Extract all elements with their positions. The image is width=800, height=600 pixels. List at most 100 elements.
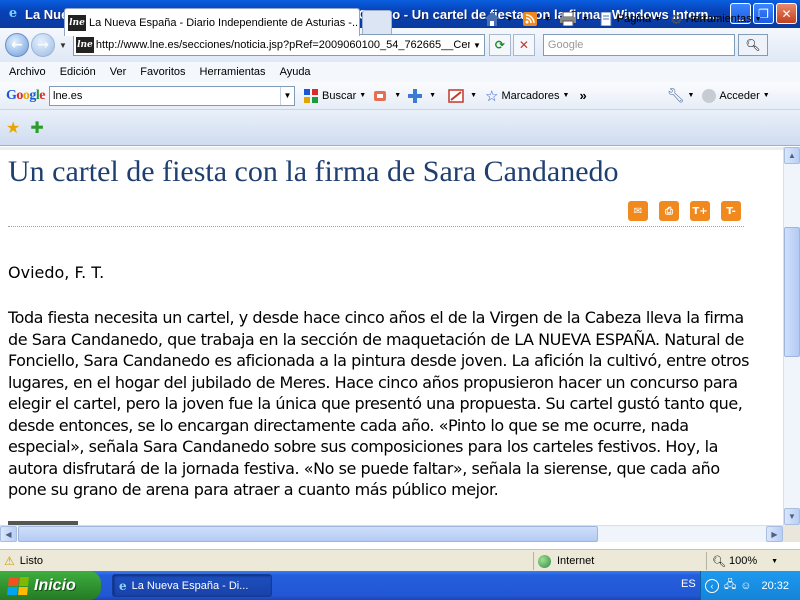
ie-taskbar-icon: e <box>119 578 127 593</box>
article-title: Un cartel de fiesta con la firma de Sara… <box>8 155 619 188</box>
google-g-icon <box>304 88 318 103</box>
search-input[interactable]: Google <box>542 34 735 56</box>
share-icon <box>374 90 387 101</box>
taskbar: Inicio e La Nueva España - Di... ES ‹ 🖧︎… <box>0 571 800 600</box>
back-button[interactable]: ← <box>5 33 29 57</box>
wrench-button[interactable]: 🔧︎ ▼ <box>667 87 695 104</box>
google-search-dropdown[interactable]: ▼ <box>280 86 294 105</box>
rss-icon <box>522 12 537 26</box>
new-tab-button[interactable] <box>362 10 392 34</box>
security-zone[interactable]: Internet <box>538 553 594 569</box>
scroll-left-button[interactable]: ◀ <box>0 526 17 542</box>
font-decrease-button[interactable]: T- <box>721 201 741 221</box>
printer-icon <box>559 12 576 26</box>
bookmarks-button[interactable]: ☆ Marcadores ▼ <box>485 87 569 105</box>
page-icon <box>600 12 612 26</box>
taskbar-window-item[interactable]: e La Nueva España - Di... <box>112 574 272 597</box>
menu-herramientas[interactable]: Herramientas <box>200 66 266 78</box>
signin-button[interactable]: Acceder ▼ <box>702 88 770 103</box>
stop-icon: ✕ <box>518 38 529 52</box>
google-logo[interactable]: Google <box>6 88 45 104</box>
google-toolbar: Google lne.es ▼ Buscar ▼ ▼ ▼ ▼ ☆ Marcado… <box>0 82 800 110</box>
zoom-dropdown[interactable]: ▼ <box>771 558 778 565</box>
tab-bar: ★ ✚ <box>0 110 800 146</box>
menu-bar: Archivo Edición Ver Favoritos Herramient… <box>0 62 800 82</box>
scroll-up-button[interactable]: ▲ <box>784 147 800 164</box>
vertical-scrollbar[interactable]: ▲ ▼ <box>783 147 800 525</box>
search-button[interactable]: 🔍︎ <box>737 34 768 56</box>
site-favicon-icon: lne <box>75 37 94 53</box>
menu-ver[interactable]: Ver <box>110 66 127 78</box>
tab-favicon-icon: lne <box>68 14 86 31</box>
chevron-right-icon: ▶ <box>771 529 778 539</box>
warning-icon: ⚠ <box>4 554 15 568</box>
zoom-control[interactable]: 🔍︎ 100% ▼ <box>712 553 778 569</box>
address-dropdown[interactable]: ▼ <box>470 41 484 50</box>
print-button[interactable]: ▼ <box>559 12 589 26</box>
google-search-button[interactable]: Buscar ▼ <box>303 88 366 104</box>
vertical-scroll-thumb[interactable] <box>784 227 800 357</box>
address-field[interactable]: lne http://www.lne.es/secciones/noticia.… <box>72 34 485 56</box>
favorites-star-icon[interactable]: ★ <box>6 118 20 138</box>
clock[interactable]: 20:32 <box>762 580 790 592</box>
messenger-icon[interactable]: ☺ <box>740 580 751 592</box>
google-tool-news-button[interactable]: ▼ <box>372 88 401 104</box>
tray-expand-icon[interactable]: ‹ <box>705 578 719 593</box>
address-url[interactable]: http://www.lne.es/secciones/noticia.jsp?… <box>96 39 470 51</box>
menu-archivo[interactable]: Archivo <box>9 66 46 78</box>
print-article-button[interactable]: ⎙ <box>659 201 679 221</box>
gear-icon: ⚙ <box>670 10 683 27</box>
close-button[interactable]: ✕ <box>776 3 797 24</box>
wrench-icon: 🔧︎ <box>666 87 685 103</box>
horizontal-scrollbar[interactable]: ◀ ▶ <box>0 525 783 542</box>
article-body: Toda fiesta necesita un cartel, y desde … <box>8 308 749 499</box>
more-tools-button[interactable]: » <box>579 88 586 103</box>
arrow-right-icon: → <box>37 37 49 53</box>
chevron-up-icon: ▲ <box>788 151 796 160</box>
feeds-button[interactable]: ▼ <box>522 12 551 26</box>
start-button[interactable]: Inicio <box>0 571 101 600</box>
page-menu-button[interactable]: Página ▼ <box>598 12 661 26</box>
google-tool-plus-button[interactable]: ▼ <box>407 88 436 104</box>
chevron-down-icon: ▼ <box>788 512 796 521</box>
plus-icon <box>408 88 423 103</box>
menu-ayuda[interactable]: Ayuda <box>280 66 311 78</box>
font-increase-button[interactable]: T+ <box>690 201 710 221</box>
menu-edicion[interactable]: Edición <box>60 66 96 78</box>
globe-icon <box>538 554 551 568</box>
page-content: Un cartel de fiesta con la firma de Sara… <box>0 147 783 525</box>
arrow-left-icon: ← <box>11 37 23 53</box>
menu-favoritos[interactable]: Favoritos <box>140 66 185 78</box>
email-article-button[interactable]: ✉ <box>628 201 648 221</box>
command-bar: ▼ ▼ ▼ Página ▼ ⚙ Herramientas ▼ <box>484 10 771 28</box>
magnifier-icon: 🔍︎ <box>745 38 761 52</box>
scrollbar-corner <box>783 525 800 542</box>
tab-title: La Nueva España - Diario Independiente d… <box>89 16 360 29</box>
tools-menu-button[interactable]: ⚙ Herramientas ▼ <box>670 11 762 28</box>
refresh-button[interactable]: ⟳ <box>488 34 511 56</box>
search-options-dropdown[interactable]: ▼ <box>359 92 366 99</box>
home-button[interactable]: ▼ <box>484 12 513 26</box>
language-indicator[interactable]: ES <box>681 578 696 590</box>
content-top-border <box>0 147 783 150</box>
status-message: ⚠ Listo <box>4 554 44 568</box>
article-byline: Oviedo, F. T. <box>8 263 105 282</box>
status-bar: ⚠ Listo Internet 🔍︎ 100% ▼ <box>0 549 800 571</box>
scroll-right-button[interactable]: ▶ <box>766 526 783 542</box>
user-circle-icon <box>702 88 717 103</box>
chevron-left-icon: ◀ <box>5 529 12 539</box>
popup-blocker-button[interactable]: ▼ <box>448 88 477 104</box>
tab-active[interactable]: lne La Nueva España - Diario Independien… <box>64 8 360 36</box>
network-icon[interactable]: 🖧︎ <box>724 576 736 595</box>
horizontal-scroll-thumb[interactable] <box>18 526 598 542</box>
scroll-down-button[interactable]: ▼ <box>784 508 800 525</box>
history-dropdown[interactable]: ▼ <box>59 41 67 50</box>
google-search-input[interactable]: lne.es ▼ <box>49 85 295 106</box>
refresh-icon: ⟳ <box>494 38 505 52</box>
stop-button[interactable]: ✕ <box>512 34 535 56</box>
home-icon <box>484 12 500 26</box>
windows-logo-icon <box>7 576 29 595</box>
add-favorite-icon[interactable]: ✚ <box>30 118 43 138</box>
popup-blocker-icon <box>448 88 464 103</box>
forward-button[interactable]: → <box>31 33 55 57</box>
